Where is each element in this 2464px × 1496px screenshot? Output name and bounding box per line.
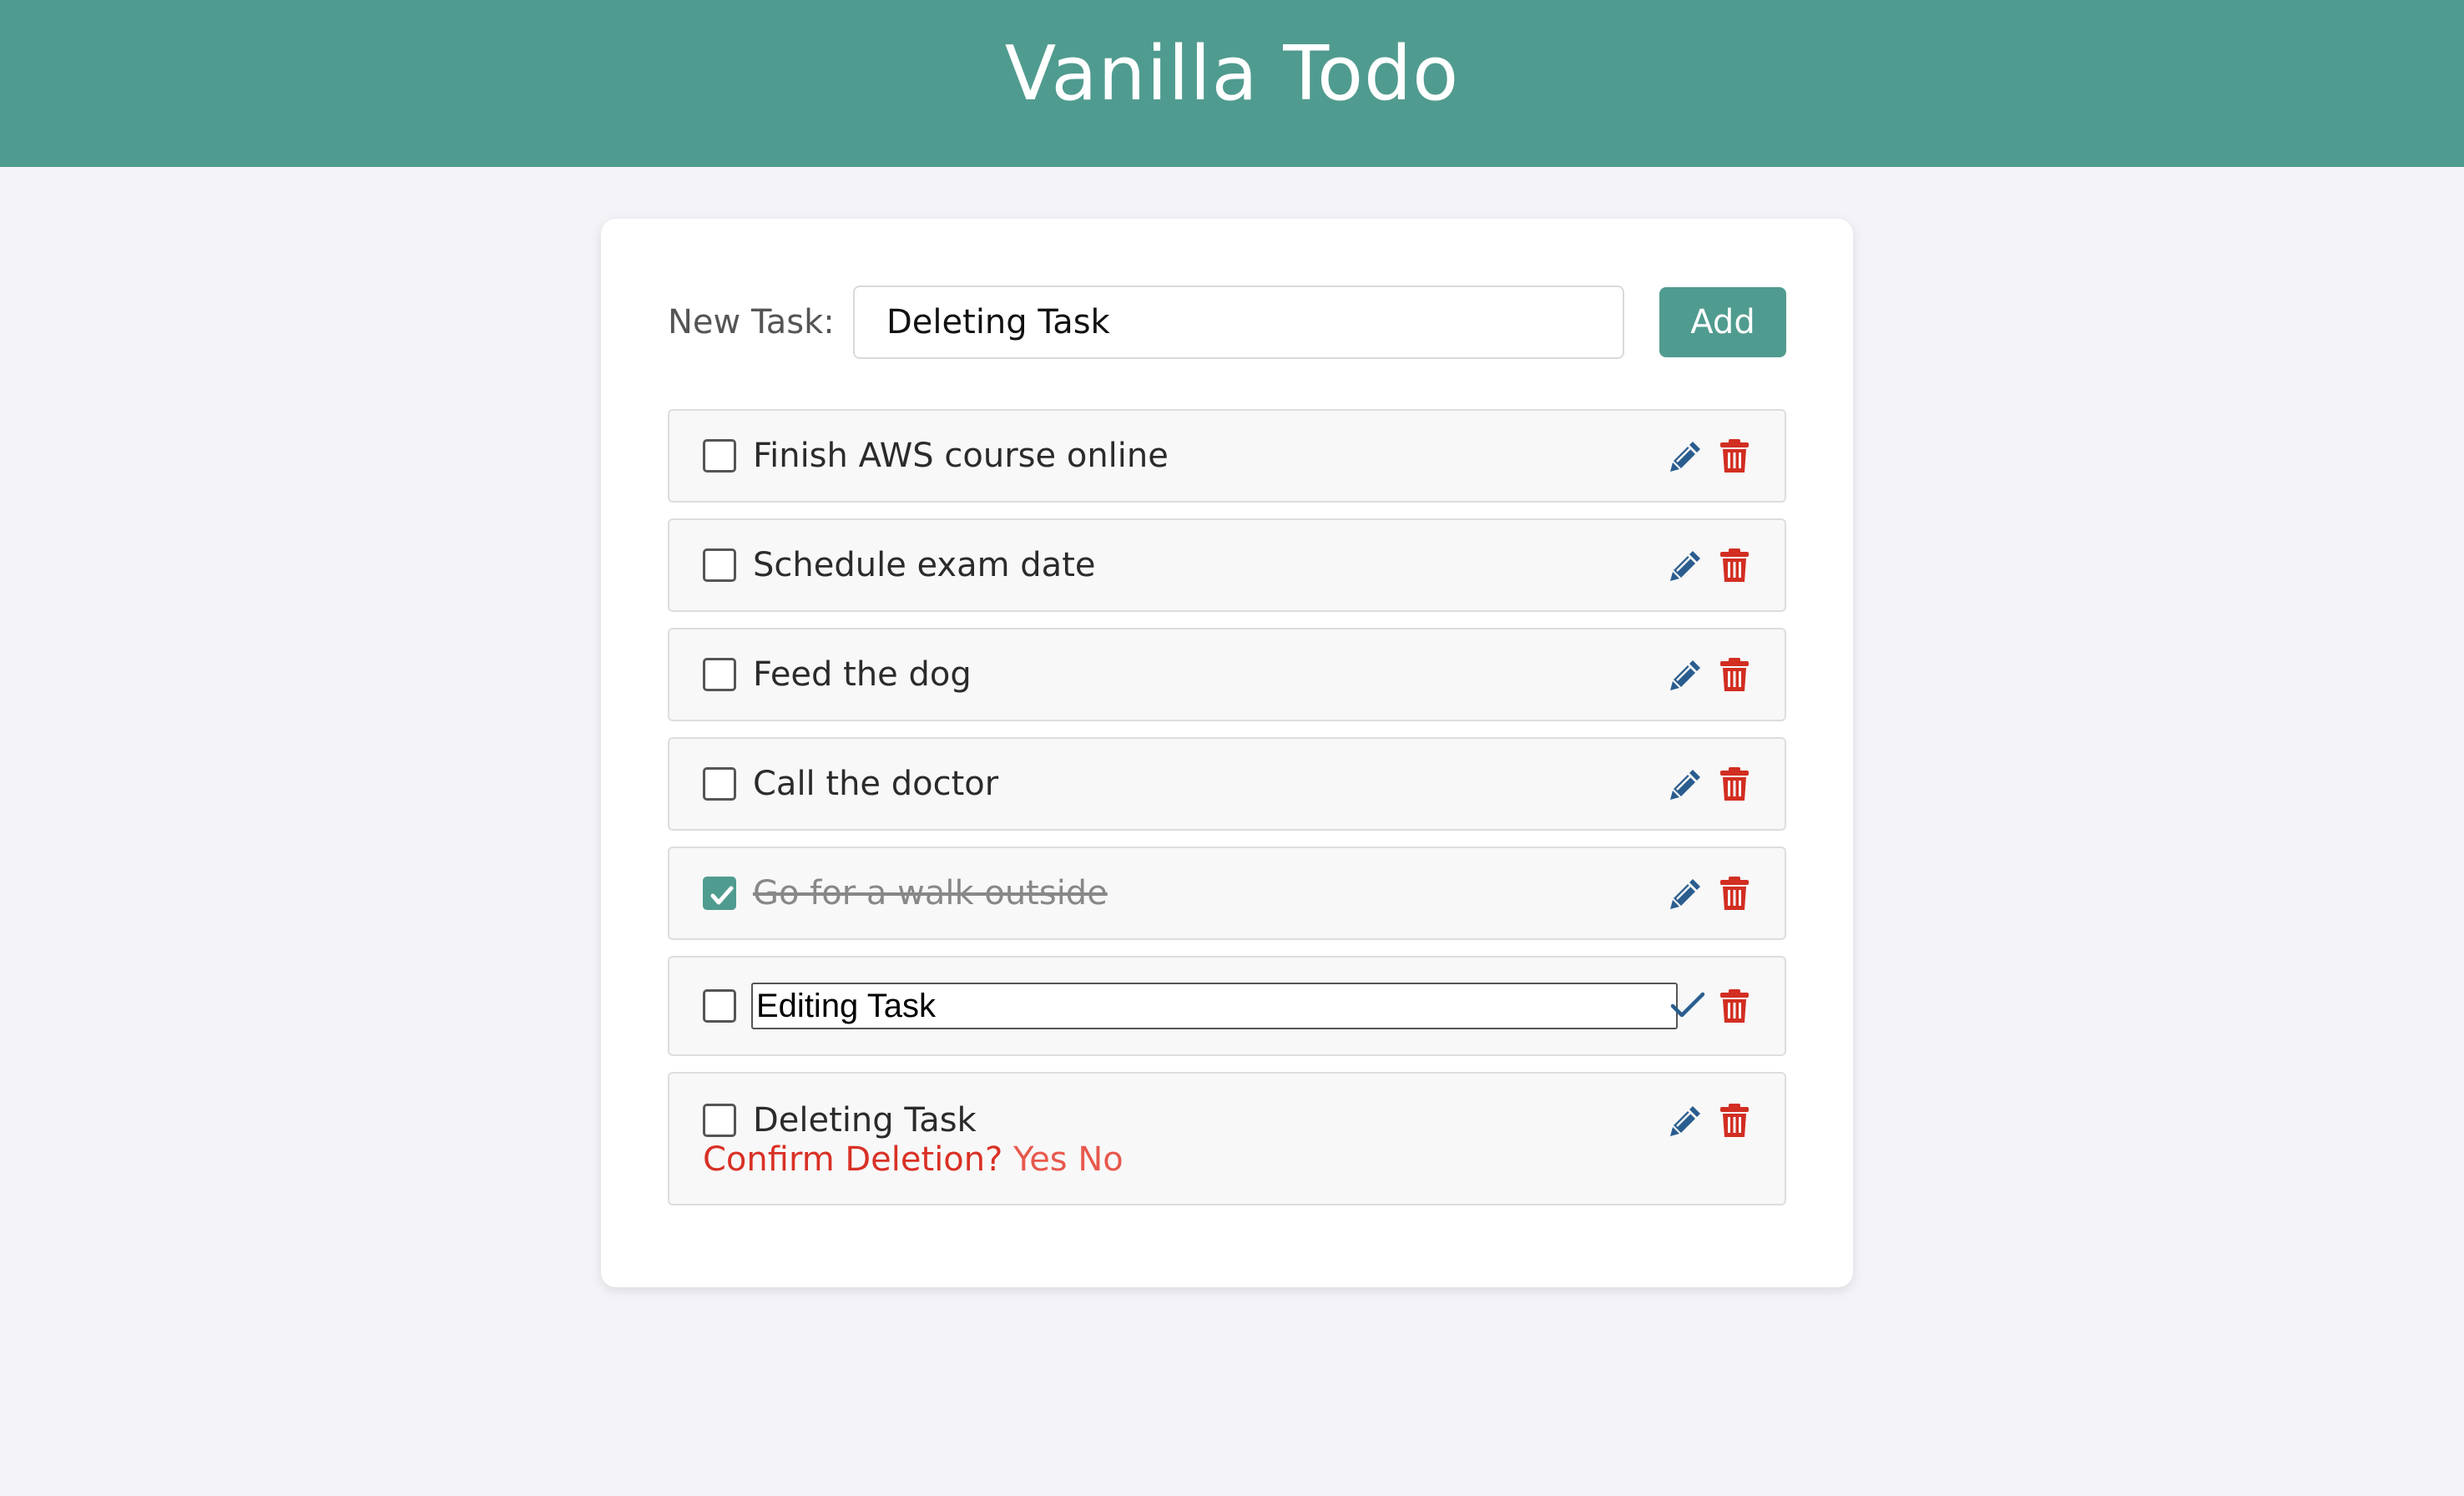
checkmark-icon[interactable] [1669,988,1706,1024]
task-checkbox[interactable] [703,989,736,1023]
pencil-icon[interactable] [1668,766,1704,802]
task-checkbox[interactable] [703,1104,736,1137]
checkmark-icon [710,886,734,905]
pencil-icon[interactable] [1668,547,1704,584]
task-item: Go for a walk outside [668,847,1786,940]
task-item: Feed the dog [668,628,1786,721]
task-checkbox[interactable] [703,767,736,801]
pencil-icon[interactable] [1668,875,1704,912]
confirm-deletion-row: Confirm Deletion? Yes No [703,1140,1123,1179]
pencil-icon[interactable] [1668,437,1704,474]
todo-card: New Task: Add Finish AWS course online S… [601,219,1853,1287]
task-label: Deleting Task [753,1101,977,1140]
task-label: Finish AWS course online [753,437,1169,475]
confirm-deletion-text: Confirm Deletion? [703,1140,1003,1179]
trash-icon[interactable] [1716,547,1753,584]
trash-icon[interactable] [1716,988,1753,1024]
pencil-icon[interactable] [1668,1102,1704,1139]
add-button[interactable]: Add [1659,287,1786,357]
trash-icon[interactable] [1716,1102,1753,1139]
task-item: Call the doctor [668,737,1786,831]
task-checkbox[interactable] [703,548,736,582]
task-checkbox[interactable] [703,439,736,473]
task-checkbox[interactable] [703,658,736,691]
task-item: Finish AWS course online [668,409,1786,503]
app-title: Vanilla Todo [1004,29,1460,118]
new-task-input[interactable] [853,286,1624,359]
confirm-yes-button[interactable]: Yes [1013,1140,1068,1179]
trash-icon[interactable] [1716,766,1753,802]
task-item-confirm-delete: Deleting Task Confirm Deletion? Yes No [668,1072,1786,1205]
task-edit-input[interactable] [751,983,1678,1029]
task-checkbox[interactable] [703,877,736,910]
task-item: Schedule exam date [668,518,1786,612]
trash-icon[interactable] [1716,437,1753,474]
pencil-icon[interactable] [1668,656,1704,693]
app-header: Vanilla Todo [0,0,2464,167]
confirm-no-button[interactable]: No [1078,1140,1123,1179]
new-task-label: New Task: [668,303,835,341]
task-label: Schedule exam date [753,546,1096,584]
task-label: Call the doctor [753,765,999,803]
task-label: Go for a walk outside [753,874,1108,912]
new-task-form: New Task: Add [668,286,1786,359]
task-item-editing [668,956,1786,1056]
task-label: Feed the dog [753,655,972,694]
trash-icon[interactable] [1716,875,1753,912]
trash-icon[interactable] [1716,656,1753,693]
